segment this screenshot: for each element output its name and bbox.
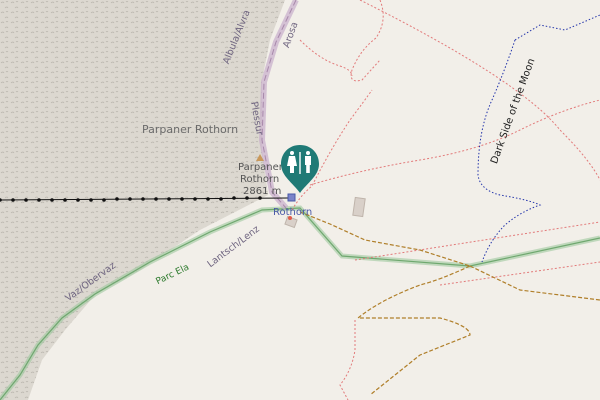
peak-name-line-2: Rothorn <box>240 174 280 185</box>
peak-name-line-1: Parpaner <box>238 162 283 173</box>
red-paths <box>291 0 600 400</box>
toilets-marker[interactable] <box>279 143 321 195</box>
summit-label: Parpaner Rothorn <box>142 123 239 136</box>
station-icon <box>287 193 296 202</box>
peak-elevation: 2861 m <box>243 186 282 197</box>
map-view[interactable]: Parpaner Rothorn Parpaner Rothorn 2861 m… <box>0 0 600 400</box>
building <box>352 196 366 218</box>
brown-paths <box>299 211 600 396</box>
station-label: Rothorn <box>273 207 313 218</box>
toilets-icon <box>281 145 319 193</box>
map-canvas <box>0 0 600 400</box>
